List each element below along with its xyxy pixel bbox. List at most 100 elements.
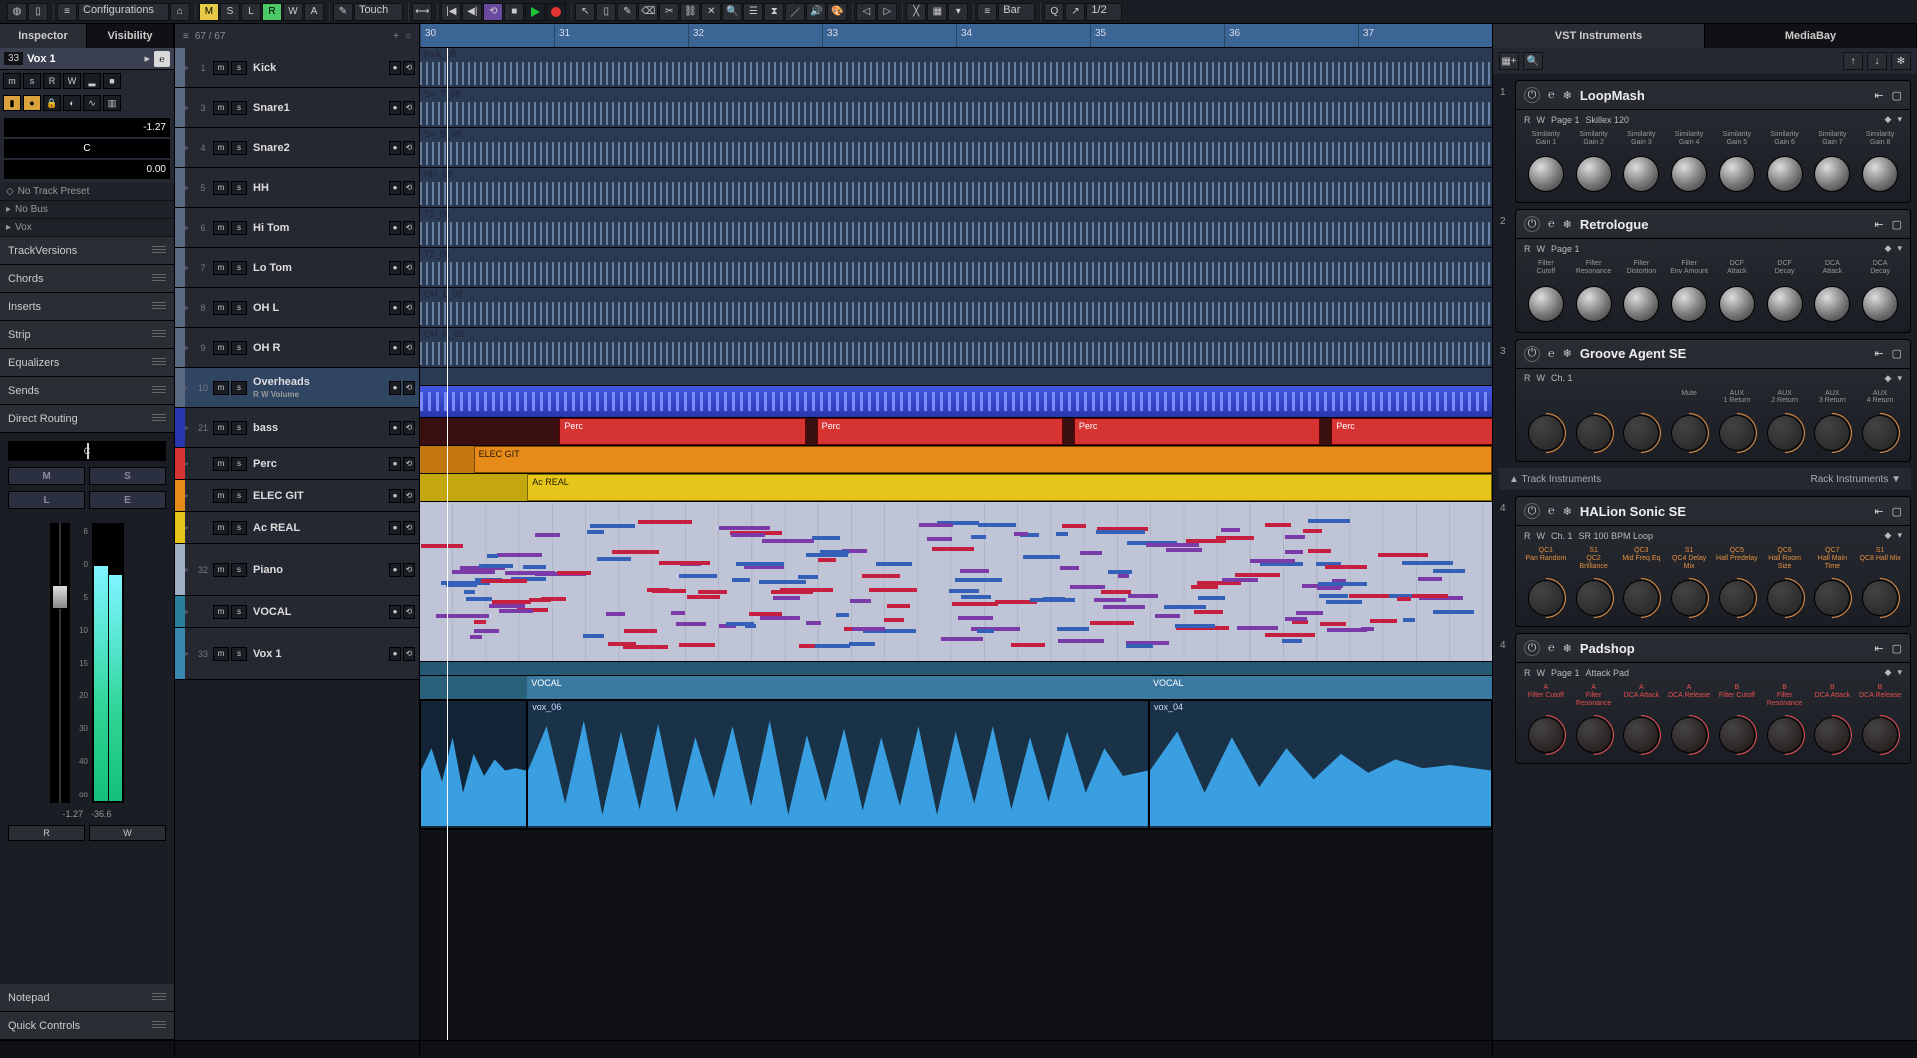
midi-note[interactable] [557, 571, 591, 575]
power-icon[interactable]: ⏻ [1524, 640, 1540, 656]
qc-knob-2[interactable] [1576, 286, 1612, 322]
midi-note[interactable] [679, 643, 715, 647]
midi-note[interactable] [799, 644, 815, 648]
edit-instrument-icon[interactable]: ℮ [1548, 348, 1555, 360]
qc-knob-3[interactable] [1623, 156, 1659, 192]
power-icon[interactable]: ⏻ [1524, 216, 1540, 232]
midi-note[interactable] [952, 602, 998, 606]
midi-note[interactable] [771, 590, 814, 594]
fader-mute[interactable]: M [8, 467, 85, 485]
midi-note[interactable] [474, 620, 486, 624]
qc-knob-5[interactable] [1719, 286, 1755, 322]
track-row-kick[interactable]: ▸1msKick●⟲ [175, 48, 419, 88]
midi-note[interactable] [1250, 559, 1296, 563]
midi-note[interactable] [499, 609, 533, 613]
midi-note[interactable] [960, 569, 989, 573]
section-equalizers[interactable]: Equalizers [0, 349, 174, 377]
quantize-apply-icon[interactable]: Q [1044, 3, 1064, 21]
midi-note[interactable] [505, 571, 555, 575]
qc-knob-3[interactable] [1623, 717, 1659, 753]
write-button[interactable]: W [63, 73, 81, 89]
midi-note[interactable] [798, 575, 818, 579]
qc-knob-6[interactable] [1767, 156, 1803, 192]
midi-note[interactable] [1402, 561, 1453, 565]
timebase-button[interactable]: ◐ [63, 95, 81, 111]
inspector-track-header[interactable]: 33 Vox 1 ▸ ℮ [0, 48, 174, 70]
midi-note[interactable] [1326, 600, 1363, 604]
constraints-icon[interactable]: ▯ [28, 3, 48, 21]
midi-note[interactable] [1080, 551, 1102, 555]
split-tool[interactable]: ✂ [659, 3, 679, 21]
track-row-vocal[interactable]: ▸msVOCAL●⟲ [175, 596, 419, 628]
track-row-vox-1[interactable]: ▸33msVox 1●⟲ [175, 628, 419, 680]
next-preset-icon[interactable]: ↓ [1867, 52, 1887, 70]
midi-note[interactable] [1237, 626, 1278, 630]
qc-knob-2[interactable] [1576, 156, 1612, 192]
midi-note[interactable] [1318, 582, 1367, 586]
lane-kick_08[interactable]: Kick_08 [420, 48, 1492, 88]
qc-knob-3[interactable] [1623, 415, 1659, 451]
section-notepad[interactable]: Notepad [0, 984, 174, 1012]
qc-knob-4[interactable] [1671, 580, 1707, 616]
solo-all-button[interactable]: S [220, 3, 240, 21]
lane-hh_08[interactable]: HH_08 [420, 168, 1492, 208]
midi-note[interactable] [1296, 633, 1315, 637]
preset-menu-icon[interactable]: ▾ [1897, 530, 1902, 541]
midi-note[interactable] [862, 574, 900, 578]
section-chords[interactable]: Chords [0, 265, 174, 293]
cycle-icon[interactable]: ⟲ [483, 3, 503, 21]
settings-icon[interactable]: ✻ [1891, 52, 1911, 70]
clip-elec-git[interactable]: ELEC GIT [474, 446, 1492, 473]
prev-preset-icon[interactable]: ↑ [1843, 52, 1863, 70]
qc-knob-2[interactable] [1576, 717, 1612, 753]
qc-knob-1[interactable] [1528, 415, 1564, 451]
activate-output-icon[interactable]: ⇤ [1874, 218, 1883, 231]
record-button[interactable] [546, 3, 566, 21]
midi-note[interactable] [812, 536, 840, 540]
midi-note[interactable] [977, 629, 994, 633]
fader-edit[interactable]: E [89, 491, 166, 509]
midi-note[interactable] [1014, 532, 1028, 536]
track-row-snare2[interactable]: ▸4msSnare2●⟲ [175, 128, 419, 168]
activate-output-icon[interactable]: ⇤ [1874, 89, 1883, 102]
input-bus-row[interactable]: ▸ No Bus [0, 201, 174, 219]
midi-note[interactable] [1285, 550, 1303, 554]
tab-visibility[interactable]: Visibility [87, 24, 174, 48]
qc-knob-7[interactable] [1814, 415, 1850, 451]
lane-button[interactable]: ∿ [83, 95, 101, 111]
midi-note[interactable] [1349, 594, 1388, 598]
midi-note[interactable] [687, 595, 720, 599]
midi-note[interactable] [679, 574, 718, 578]
activate-output-icon[interactable]: ⇤ [1874, 347, 1883, 360]
qc-knob-4[interactable] [1671, 415, 1707, 451]
lane-vox1[interactable]: vox_06 vox_04 [420, 700, 1492, 830]
activate-output-icon[interactable]: ⇤ [1874, 505, 1883, 518]
midi-note[interactable] [436, 614, 489, 618]
lanes-button[interactable]: ▂ [83, 73, 101, 89]
midi-note[interactable] [1412, 594, 1448, 598]
nudge-left-icon[interactable]: ◁ [856, 3, 876, 21]
midi-note[interactable] [958, 616, 993, 620]
volume-value[interactable]: -1.27 [4, 118, 170, 137]
midi-note[interactable] [623, 645, 669, 649]
qc-knob-8[interactable] [1862, 415, 1898, 451]
midi-note[interactable] [887, 604, 910, 608]
track-row-snare1[interactable]: ▸3msSnare1●⟲ [175, 88, 419, 128]
midi-note[interactable] [1282, 639, 1303, 643]
power-icon[interactable]: ⏻ [1524, 503, 1540, 519]
clip-ac-real[interactable]: Ac REAL [527, 474, 1492, 501]
midi-note[interactable] [731, 533, 765, 537]
midi-note[interactable] [1126, 644, 1154, 648]
tab-inspector[interactable]: Inspector [0, 24, 87, 48]
midi-note[interactable] [671, 611, 685, 615]
quick-freeze-icon[interactable]: ❄ [1563, 218, 1572, 231]
activate-output-icon[interactable]: ⇤ [1874, 642, 1883, 655]
track-row-hi-tom[interactable]: ▸6msHi Tom●⟲ [175, 208, 419, 248]
midi-note[interactable] [1118, 574, 1129, 578]
midi-note[interactable] [1198, 596, 1226, 600]
qc-knob-1[interactable] [1528, 286, 1564, 322]
qc-knob-7[interactable] [1814, 717, 1850, 753]
edit-instrument-icon[interactable]: ℮ [1548, 218, 1555, 230]
midi-note[interactable] [1403, 618, 1415, 622]
midi-note[interactable] [647, 588, 669, 592]
